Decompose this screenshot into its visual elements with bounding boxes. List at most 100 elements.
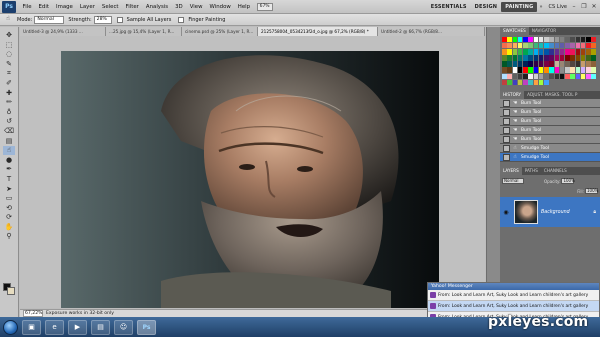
color-swatch[interactable] (538, 61, 544, 67)
history-snapshot-box[interactable] (503, 135, 510, 143)
color-swatch[interactable] (559, 49, 565, 55)
zoom-level-dropdown[interactable]: 67% (256, 2, 273, 11)
color-swatch[interactable] (538, 49, 544, 55)
color-swatch[interactable] (565, 73, 570, 79)
smudge-icon[interactable]: ☝ (3, 146, 15, 155)
color-swatch[interactable] (502, 73, 507, 79)
color-swatch[interactable] (544, 61, 549, 67)
color-swatch[interactable] (528, 55, 533, 61)
history-item[interactable]: ☚ Burn Tool (500, 117, 600, 126)
color-swatch[interactable] (528, 37, 533, 43)
color-swatch[interactable] (517, 61, 523, 67)
color-swatch[interactable] (544, 37, 549, 43)
menu-view[interactable]: View (186, 4, 206, 10)
color-swatch[interactable] (517, 73, 523, 79)
color-swatch[interactable] (502, 79, 507, 85)
color-swatch[interactable] (565, 43, 570, 49)
color-swatch[interactable] (544, 55, 549, 61)
color-swatch[interactable] (565, 37, 570, 43)
healing-icon[interactable]: ✚ (3, 89, 15, 98)
color-swatch[interactable] (575, 55, 581, 61)
color-swatch[interactable] (523, 73, 528, 79)
color-swatch[interactable] (507, 55, 512, 61)
color-swatch[interactable] (591, 55, 596, 61)
color-swatch[interactable] (523, 37, 528, 43)
color-swatch[interactable] (586, 67, 591, 73)
color-swatch[interactable] (533, 61, 539, 67)
menu-file[interactable]: File (19, 4, 35, 10)
color-swatch[interactable] (549, 43, 554, 49)
color-swatch[interactable] (517, 67, 523, 73)
finger-painting-checkbox[interactable] (178, 16, 185, 23)
color-swatch[interactable] (538, 73, 544, 79)
color-swatch[interactable] (544, 73, 549, 79)
color-swatch[interactable] (575, 49, 581, 55)
color-swatch[interactable] (544, 49, 549, 55)
history-snapshot-box[interactable] (503, 117, 510, 125)
color-swatch[interactable] (591, 67, 596, 73)
color-swatch[interactable] (559, 61, 565, 67)
color-swatch[interactable] (512, 43, 518, 49)
crop-icon[interactable]: ⌗ (3, 69, 15, 78)
layer-name[interactable]: Background (541, 210, 570, 215)
tab-paths[interactable]: PATHS (522, 167, 541, 175)
color-swatch[interactable] (575, 37, 581, 43)
color-swatch[interactable] (580, 67, 586, 73)
menu-analysis[interactable]: Analysis (142, 4, 171, 10)
3d-rotate-icon[interactable]: ⟲ (3, 204, 15, 213)
color-swatch[interactable] (554, 67, 560, 73)
color-swatch[interactable] (512, 55, 518, 61)
color-swatch[interactable] (580, 37, 586, 43)
history-item[interactable]: ☝ Smudge Tool (500, 144, 600, 153)
tab-navigator[interactable]: NAVIGATOR (529, 27, 559, 35)
mode-dropdown[interactable]: Normal (34, 15, 65, 24)
blend-mode-dropdown[interactable]: Normal (502, 178, 524, 184)
color-swatch[interactable] (507, 67, 512, 73)
color-swatch[interactable] (570, 61, 575, 67)
shape-icon[interactable]: ▭ (3, 194, 15, 203)
eraser-icon[interactable]: ⌫ (3, 127, 15, 136)
color-swatch[interactable] (528, 43, 533, 49)
workspace-essentials[interactable]: ESSENTIALS (427, 2, 471, 12)
color-swatch[interactable] (533, 37, 539, 43)
color-swatch[interactable] (507, 37, 512, 43)
start-button[interactable] (3, 319, 18, 335)
color-swatch[interactable] (586, 49, 591, 55)
color-swatch[interactable] (586, 73, 591, 79)
color-swatch[interactable] (523, 79, 528, 85)
taskbar-photoshop-icon[interactable]: Ps (137, 319, 156, 335)
color-swatch[interactable] (591, 37, 596, 43)
color-swatch[interactable] (512, 37, 518, 43)
color-swatch[interactable] (586, 43, 591, 49)
color-swatch[interactable] (502, 67, 507, 73)
zoom-field[interactable]: 67,22% (23, 310, 43, 317)
color-swatch[interactable] (570, 49, 575, 55)
restore-icon[interactable]: ❐ (580, 3, 588, 11)
color-swatch[interactable] (565, 49, 570, 55)
color-swatch[interactable] (533, 79, 539, 85)
tab-untitled-2[interactable]: Untitled-2 @ 66,7% (RGB/8... (378, 27, 485, 36)
history-snapshot-box[interactable] (503, 99, 510, 107)
color-swatch[interactable] (575, 43, 581, 49)
history-item[interactable]: ☝ Smudge Tool (500, 153, 600, 162)
workspace-design[interactable]: DESIGN (471, 2, 502, 12)
dodge-icon[interactable]: ● (3, 156, 15, 165)
color-swatch[interactable] (517, 43, 523, 49)
color-swatch[interactable] (591, 43, 596, 49)
tab-history[interactable]: HISTORY (500, 91, 525, 99)
color-swatch[interactable] (512, 79, 518, 85)
minimize-icon[interactable]: – (570, 3, 578, 11)
color-swatch[interactable] (512, 73, 518, 79)
history-item[interactable]: ☚ Burn Tool (500, 126, 600, 135)
color-swatch[interactable] (533, 55, 539, 61)
color-swatch[interactable] (554, 55, 560, 61)
taskbar-folder-icon[interactable]: ▤ (91, 319, 110, 335)
taskbar-messenger-icon[interactable]: ☺ (114, 319, 133, 335)
workspace-painting[interactable]: PAINTING (501, 2, 538, 12)
tab-adjustments[interactable]: ADJUST. MASKS. TOOL P (524, 91, 580, 99)
color-swatch[interactable] (523, 61, 528, 67)
color-swatch[interactable] (517, 37, 523, 43)
color-swatch[interactable] (570, 37, 575, 43)
color-swatch[interactable] (523, 55, 528, 61)
brush-icon[interactable]: ✏ (3, 98, 15, 107)
